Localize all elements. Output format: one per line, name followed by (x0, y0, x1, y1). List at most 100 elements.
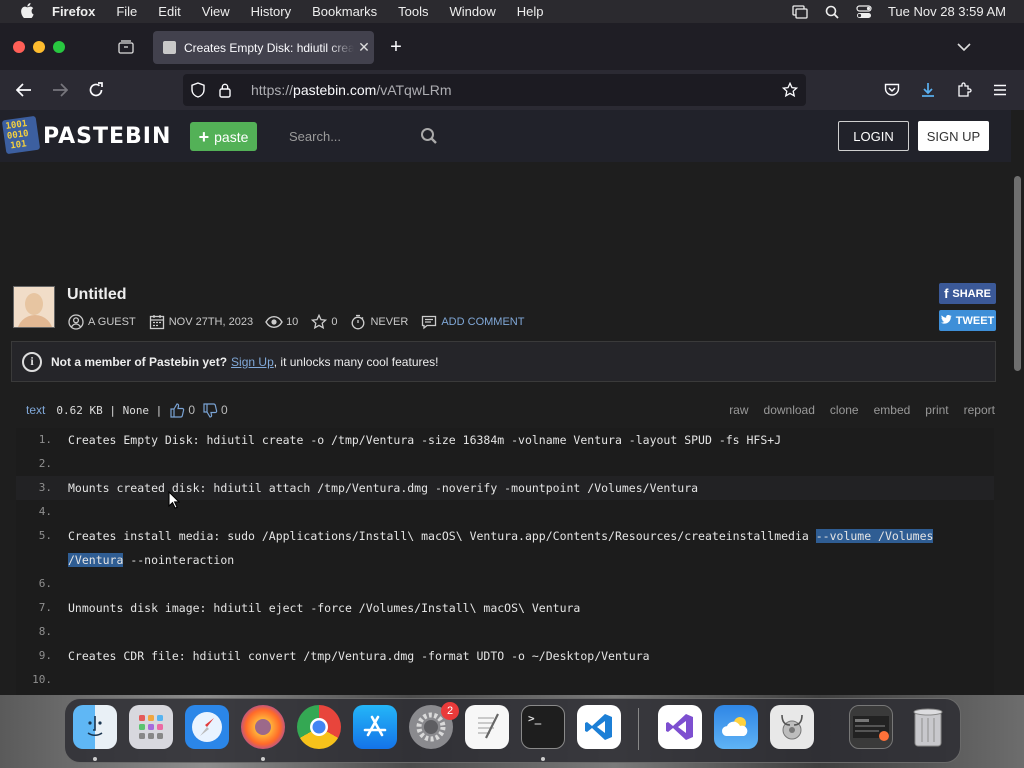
firefox-view-icon[interactable] (114, 35, 138, 59)
paste-author[interactable]: A GUEST (88, 316, 136, 328)
line-text-part: --nointeraction (123, 553, 235, 567)
spotlight-search-icon[interactable] (824, 4, 840, 20)
launchpad-icon[interactable] (129, 705, 173, 749)
url-text: https://pastebin.com/vATqwLRm (251, 82, 452, 98)
calendar-icon (148, 313, 166, 331)
embed-link[interactable]: embed (874, 403, 911, 417)
menu-help[interactable]: Help (517, 4, 544, 19)
line-number: 1. (38, 433, 52, 446)
tab-pastebin[interactable]: Creates Empty Disk: hdiutil crea ✕ (153, 31, 374, 64)
clone-link[interactable]: clone (830, 403, 859, 417)
list-all-tabs-icon[interactable] (952, 35, 976, 59)
weather-icon[interactable] (714, 705, 758, 749)
line-number: 3. (38, 481, 52, 494)
login-button[interactable]: LOGIN (838, 121, 909, 151)
terminal-icon[interactable]: >_ (521, 705, 565, 749)
pastebin-logo-text[interactable]: PASTEBIN (43, 124, 171, 149)
pocket-icon[interactable] (880, 78, 904, 102)
download-link[interactable]: download (764, 403, 815, 417)
app-menu-icon[interactable] (988, 78, 1012, 102)
bookmark-star-icon[interactable] (782, 82, 798, 98)
textedit-icon[interactable] (465, 705, 509, 749)
url-bar[interactable]: https://pastebin.com/vATqwLRm (183, 74, 806, 106)
line-number: 2. (38, 457, 52, 470)
safari-icon[interactable] (185, 705, 229, 749)
pastebin-favicon (163, 41, 176, 54)
menu-firefox[interactable]: Firefox (52, 4, 95, 19)
code-line: 6. (16, 572, 994, 596)
eye-icon (265, 313, 283, 331)
pastebin-logo-icon[interactable]: 1001 0010 101 (1, 115, 41, 155)
paste-size-info: 0.62 KB | None | (56, 403, 163, 417)
syntax-label[interactable]: text (26, 403, 45, 417)
sign-up-button[interactable]: SIGN UP (918, 121, 989, 151)
paste-stars: 0 (331, 316, 338, 328)
code-line: 7. Unmounts disk image: hdiutil eject -f… (16, 596, 994, 620)
app-store-icon[interactable] (353, 705, 397, 749)
new-tab-icon[interactable]: + (384, 35, 408, 59)
new-paste-button[interactable]: + paste (190, 122, 257, 151)
apple-icon[interactable] (18, 2, 36, 21)
control-center-icon[interactable] (856, 4, 872, 20)
dislike-button[interactable]: 0 (203, 402, 228, 418)
trash-icon[interactable] (906, 705, 950, 749)
finder-icon[interactable] (73, 705, 117, 749)
menu-edit[interactable]: Edit (158, 4, 180, 19)
menu-tools[interactable]: Tools (398, 4, 428, 19)
twitter-tweet-button[interactable]: TWEET (939, 310, 996, 331)
print-link[interactable]: print (925, 403, 948, 417)
notice-sign-up-link[interactable]: Sign Up (231, 355, 274, 369)
visual-studio-icon[interactable] (658, 705, 702, 749)
scrollbar-thumb[interactable] (1014, 176, 1021, 371)
close-window-button[interactable] (13, 41, 25, 53)
menu-view[interactable]: View (202, 4, 230, 19)
minimize-window-button[interactable] (33, 41, 45, 53)
code-toolbar: text 0.62 KB | None | 0 0 raw download c… (16, 399, 995, 421)
menubar-clock[interactable]: Tue Nov 28 3:59 AM (888, 4, 1006, 19)
menu-bookmarks[interactable]: Bookmarks (312, 4, 377, 19)
report-link[interactable]: report (964, 403, 995, 417)
line-number: 5. (38, 529, 52, 542)
line-number: 8. (38, 625, 52, 638)
lock-icon[interactable] (219, 83, 235, 98)
code-actions: raw download clone embed print report (729, 403, 995, 417)
add-comment-link[interactable]: ADD COMMENT (441, 316, 524, 328)
vscode-icon[interactable] (577, 705, 621, 749)
downloads-icon[interactable] (916, 78, 940, 102)
forward-icon[interactable] (48, 78, 72, 102)
search-icon[interactable] (420, 127, 438, 148)
paste-meta: A GUEST NOV 27TH, 2023 10 0 NEVER ADD CO… (67, 312, 536, 332)
page-scrollbar[interactable] (1011, 110, 1024, 695)
extensions-icon[interactable] (952, 78, 976, 102)
menu-window[interactable]: Window (450, 4, 496, 19)
zoom-window-button[interactable] (53, 41, 65, 53)
menu-history[interactable]: History (251, 4, 291, 19)
finder-running-indicator (93, 757, 97, 761)
screenshot-thumbnail-icon[interactable] (849, 705, 893, 749)
raw-link[interactable]: raw (729, 403, 748, 417)
like-button[interactable]: 0 (170, 402, 195, 418)
url-domain: pastebin.com (293, 82, 377, 98)
comment-icon[interactable] (420, 313, 438, 331)
chrome-icon[interactable] (297, 705, 341, 749)
code-line: 2. (16, 452, 994, 476)
code-line: 10. (16, 668, 994, 692)
tracking-protection-shield-icon[interactable] (191, 82, 207, 98)
star-icon[interactable] (310, 313, 328, 331)
screen-mirroring-icon[interactable] (792, 4, 808, 20)
tweet-label: TWEET (955, 314, 995, 327)
back-icon[interactable] (12, 78, 36, 102)
url-scheme: https:// (251, 82, 294, 98)
close-tab-icon[interactable]: ✕ (354, 39, 374, 56)
line-number: 10. (32, 673, 52, 686)
disk-utility-icon[interactable] (770, 705, 814, 749)
search-input[interactable]: Search... (282, 122, 442, 151)
author-avatar[interactable] (13, 286, 55, 328)
facebook-share-button[interactable]: f SHARE (939, 283, 996, 304)
reload-icon[interactable] (84, 78, 108, 102)
menu-file[interactable]: File (116, 4, 137, 19)
line-number: 6. (38, 577, 52, 590)
firefox-icon[interactable] (241, 705, 285, 749)
facebook-icon: f (944, 286, 949, 301)
code-block[interactable]: 1. Creates Empty Disk: hdiutil create -o… (16, 428, 994, 695)
